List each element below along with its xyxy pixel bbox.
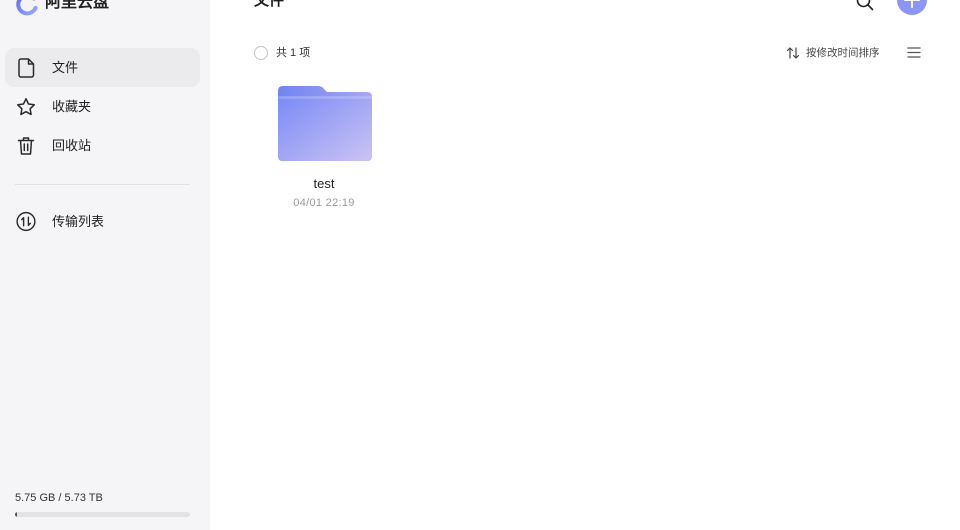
app-name: 阿里云盘	[45, 0, 110, 11]
sidebar-item-label: 传输列表	[52, 214, 105, 229]
transfer-icon	[16, 211, 36, 232]
page-title: 文件	[254, 0, 285, 9]
folder-icon	[278, 86, 372, 161]
sidebar-item-label: 文件	[52, 60, 79, 75]
select-all-checkbox[interactable]	[254, 46, 268, 60]
file-item[interactable]: test 04/01 22:19	[264, 84, 384, 214]
storage-bar-fill	[15, 512, 17, 517]
search-icon	[856, 0, 874, 11]
search-button[interactable]	[856, 0, 874, 11]
storage-bar	[15, 512, 190, 517]
file-icon	[16, 57, 36, 78]
sort-icon	[786, 47, 800, 59]
sidebar-item-label: 回收站	[52, 138, 92, 153]
sort-button[interactable]: 按修改时间排序	[786, 45, 886, 61]
sidebar-item-transfers[interactable]: 传输列表	[5, 202, 200, 241]
trash-icon	[16, 135, 36, 156]
file-modified-time: 04/01 22:19	[293, 197, 355, 209]
item-count: 共 1 项	[276, 47, 311, 59]
sort-label: 按修改时间排序	[806, 47, 880, 59]
sidebar-item-label: 收藏夹	[52, 99, 92, 114]
sidebar-item-files[interactable]: 文件	[5, 48, 200, 87]
sidebar-item-favorites[interactable]: 收藏夹	[5, 87, 200, 126]
plus-icon	[904, 0, 920, 8]
list-view-icon	[907, 47, 921, 58]
star-icon	[16, 96, 36, 117]
storage-usage-text: 5.75 GB / 5.73 TB	[15, 492, 103, 504]
sidebar-divider	[15, 184, 190, 185]
add-button[interactable]	[897, 0, 927, 15]
sidebar: 阿里云盘 文件 收藏夹 回收站 传输列表 5.75 GB / 5.73 TB	[0, 0, 210, 530]
aliyun-drive-logo	[16, 0, 38, 16]
view-mode-button[interactable]	[907, 46, 921, 59]
file-name: test	[313, 176, 335, 191]
sidebar-item-trash[interactable]: 回收站	[5, 126, 200, 165]
